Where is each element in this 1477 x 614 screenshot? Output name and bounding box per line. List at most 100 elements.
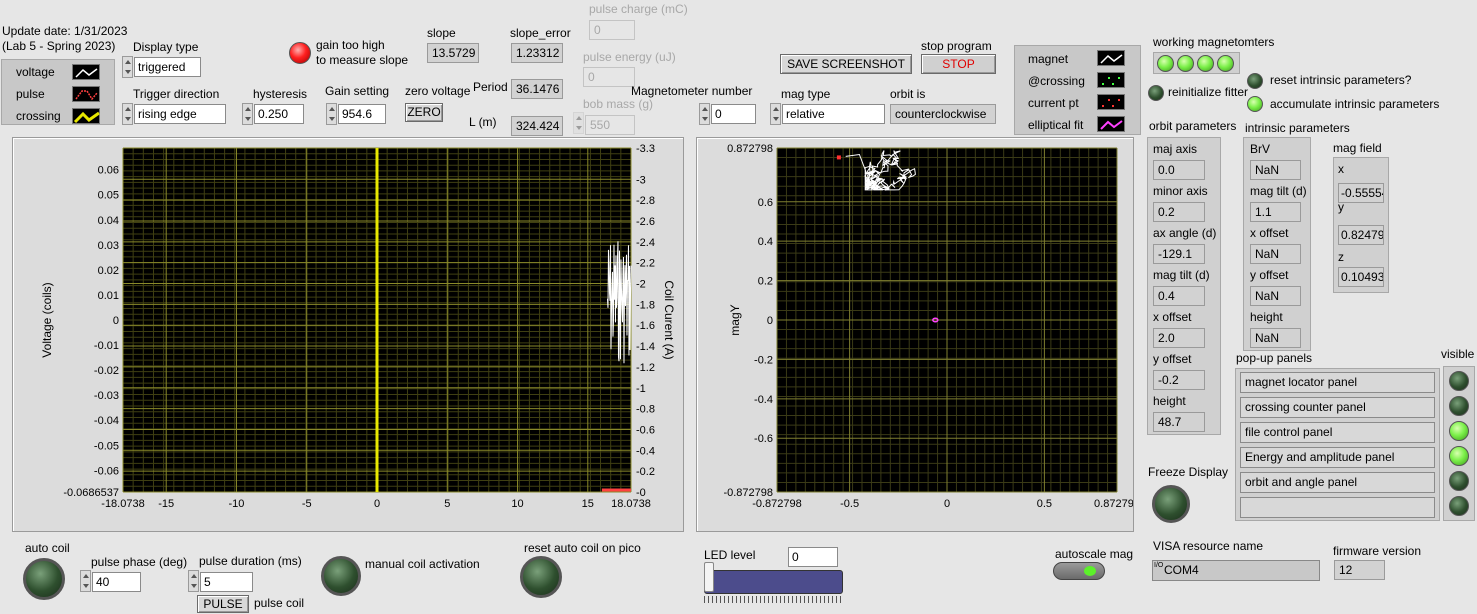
period-label: Period bbox=[473, 80, 508, 94]
mag-type-stepper[interactable] bbox=[770, 103, 781, 125]
reset-auto-coil-button[interactable] bbox=[520, 556, 562, 598]
legend-crossing-point-label: @crossing bbox=[1028, 74, 1085, 88]
orbit-y-offset-label: y offset bbox=[1153, 352, 1192, 366]
led-level-input[interactable]: 0 bbox=[788, 547, 838, 567]
reset-intrinsic-button[interactable] bbox=[1247, 73, 1263, 89]
legend-magnet-label: magnet bbox=[1028, 52, 1069, 66]
mag-y-axis-label: magY bbox=[728, 304, 742, 335]
autoscale-mag-toggle[interactable] bbox=[1053, 562, 1105, 580]
orbit-mag-tilt-label: mag tilt (d) bbox=[1153, 268, 1210, 282]
visa-io-icon: I/O bbox=[1154, 562, 1164, 569]
visible-toggle-energy-amplitude[interactable] bbox=[1449, 446, 1469, 466]
crossing-points-icon[interactable] bbox=[1097, 72, 1125, 88]
freeze-display-button[interactable] bbox=[1152, 485, 1190, 523]
trigger-direction-select[interactable]: rising edge bbox=[134, 104, 226, 124]
popup-empty[interactable] bbox=[1240, 497, 1435, 518]
voltage-chart[interactable]: 0.06 0.05 0.04 0.03 0.02 0.01 0 -0.01 -0.02 -0.03… bbox=[13, 138, 683, 531]
led-level-slider-thumb[interactable] bbox=[704, 562, 714, 592]
ax-angle-value: -129.1 bbox=[1153, 244, 1205, 264]
freeze-display-label: Freeze Display bbox=[1148, 465, 1229, 479]
hysteresis-input[interactable]: 0.250 bbox=[254, 104, 304, 124]
mag-x-tick-label: -0.872798 bbox=[752, 498, 802, 510]
visa-resource-label: VISA resource name bbox=[1153, 539, 1264, 553]
crossing-line-icon[interactable] bbox=[72, 108, 100, 124]
magnetometer-number-stepper[interactable] bbox=[699, 103, 710, 125]
voltage-y-tick-label: 0 bbox=[113, 315, 119, 327]
legend-crossing-label: crossing bbox=[16, 109, 61, 123]
gain-setting-label: Gain setting bbox=[325, 84, 390, 98]
trigger-direction-label: Trigger direction bbox=[133, 87, 220, 101]
mag-y-tick-label: -0.2 bbox=[754, 354, 773, 366]
popup-crossing-counter[interactable]: crossing counter panel bbox=[1240, 397, 1435, 418]
led-level-slider-track[interactable] bbox=[704, 570, 843, 594]
elliptical-fit-icon[interactable] bbox=[1097, 116, 1125, 132]
visible-toggle-orbit-angle[interactable] bbox=[1449, 471, 1469, 491]
auto-coil-button[interactable] bbox=[23, 558, 65, 600]
mag-field-y-value: 0.824794 bbox=[1338, 225, 1384, 245]
popup-magnet-locator[interactable]: magnet locator panel bbox=[1240, 372, 1435, 393]
led-level-ticks bbox=[704, 596, 843, 603]
voltage-y-tick-label: -0.03 bbox=[94, 390, 119, 402]
pulse-energy-label: pulse energy (uJ) bbox=[583, 50, 676, 64]
popup-orbit-angle[interactable]: orbit and angle panel bbox=[1240, 472, 1435, 493]
lab-label: (Lab 5 - Spring 2023) bbox=[2, 39, 116, 53]
pulse-duration-stepper[interactable] bbox=[188, 570, 199, 592]
accumulate-intrinsic-button[interactable] bbox=[1247, 96, 1263, 112]
manual-coil-button[interactable] bbox=[321, 556, 361, 596]
display-type-select[interactable]: triggered bbox=[134, 57, 201, 77]
mag-y-tick-label: 0.4 bbox=[758, 236, 773, 248]
mag-field-title: mag field bbox=[1333, 141, 1382, 155]
mag-x-tick-label: 0.872798 bbox=[1094, 498, 1133, 510]
magnetometer-number-input[interactable]: 0 bbox=[711, 104, 756, 124]
voltage-x-tick-label: -18.0738 bbox=[101, 498, 144, 510]
stop-button[interactable]: STOP bbox=[921, 54, 996, 74]
gain-setting-input[interactable]: 954.6 bbox=[338, 104, 386, 124]
bob-mass-stepper[interactable] bbox=[573, 112, 584, 134]
display-type-stepper[interactable] bbox=[122, 56, 133, 78]
pulse-line-icon[interactable] bbox=[72, 86, 100, 102]
current-y-tick-label: -1.8 bbox=[636, 299, 655, 311]
save-screenshot-button[interactable]: SAVE SCREENSHOT bbox=[780, 54, 912, 74]
mag-field-z-value: 0.104936 bbox=[1338, 267, 1384, 287]
visible-toggle-empty[interactable] bbox=[1449, 496, 1469, 516]
intrinsic-y-offset-value: NaN bbox=[1250, 286, 1301, 306]
trigger-direction-stepper[interactable] bbox=[122, 103, 133, 125]
visible-toggle-file-control[interactable] bbox=[1449, 421, 1469, 441]
voltage-y-tick-label: 0.04 bbox=[98, 215, 119, 227]
current-point-icon[interactable] bbox=[1097, 94, 1125, 110]
hysteresis-stepper[interactable] bbox=[242, 103, 253, 125]
popup-energy-amplitude[interactable]: Energy and amplitude panel bbox=[1240, 447, 1435, 468]
voltage-x-tick-label: 15 bbox=[582, 498, 594, 510]
visa-resource-select[interactable]: I/O COM4 bbox=[1152, 560, 1320, 581]
gain-warning-line1: gain too high bbox=[316, 38, 385, 52]
popup-file-control[interactable]: file control panel bbox=[1240, 422, 1435, 443]
voltage-line-icon[interactable] bbox=[72, 64, 100, 80]
visible-toggle-crossing-counter[interactable] bbox=[1449, 396, 1469, 416]
mag-type-select[interactable]: relative bbox=[782, 104, 885, 124]
reinitialize-fitter-button[interactable] bbox=[1148, 85, 1164, 101]
gain-setting-stepper[interactable] bbox=[326, 103, 337, 125]
pulse-phase-stepper[interactable] bbox=[80, 570, 91, 592]
magnet-line-icon[interactable] bbox=[1097, 50, 1125, 66]
voltage-y-tick-label: -0.04 bbox=[94, 415, 119, 427]
zero-button[interactable]: ZERO bbox=[405, 103, 443, 122]
current-y-tick-label: -0.8 bbox=[636, 404, 655, 416]
visible-toggle-magnet-locator[interactable] bbox=[1449, 371, 1469, 391]
slope-value: 13.5729 bbox=[427, 43, 479, 63]
pulse-button[interactable]: PULSE bbox=[197, 595, 249, 613]
bob-mass-input[interactable]: 550 bbox=[585, 115, 635, 135]
legend-current-point-label: current pt bbox=[1028, 96, 1079, 110]
ax-angle-label: ax angle (d) bbox=[1153, 226, 1217, 240]
mag-y-tick-label: -0.4 bbox=[754, 394, 773, 406]
current-y-tick-label: -0.4 bbox=[636, 445, 655, 457]
pulse-phase-input[interactable]: 40 bbox=[92, 572, 141, 592]
slope-label: slope bbox=[427, 26, 456, 40]
accumulate-intrinsic-label: accumulate intrinsic parameters bbox=[1270, 97, 1440, 111]
intrinsic-height-value: NaN bbox=[1250, 328, 1301, 348]
magnetometer-led-1 bbox=[1157, 55, 1174, 72]
pulse-duration-input[interactable]: 5 bbox=[200, 572, 253, 592]
gain-warning-led bbox=[289, 42, 311, 64]
mag-chart[interactable]: 0.872798 0.6 0.4 0.2 0 -0.2 -0.4 -0.6 -0.872798 -… bbox=[697, 138, 1139, 531]
voltage-x-tick-label: 0 bbox=[374, 498, 380, 510]
current-y-tick-label: -2.6 bbox=[636, 216, 655, 228]
